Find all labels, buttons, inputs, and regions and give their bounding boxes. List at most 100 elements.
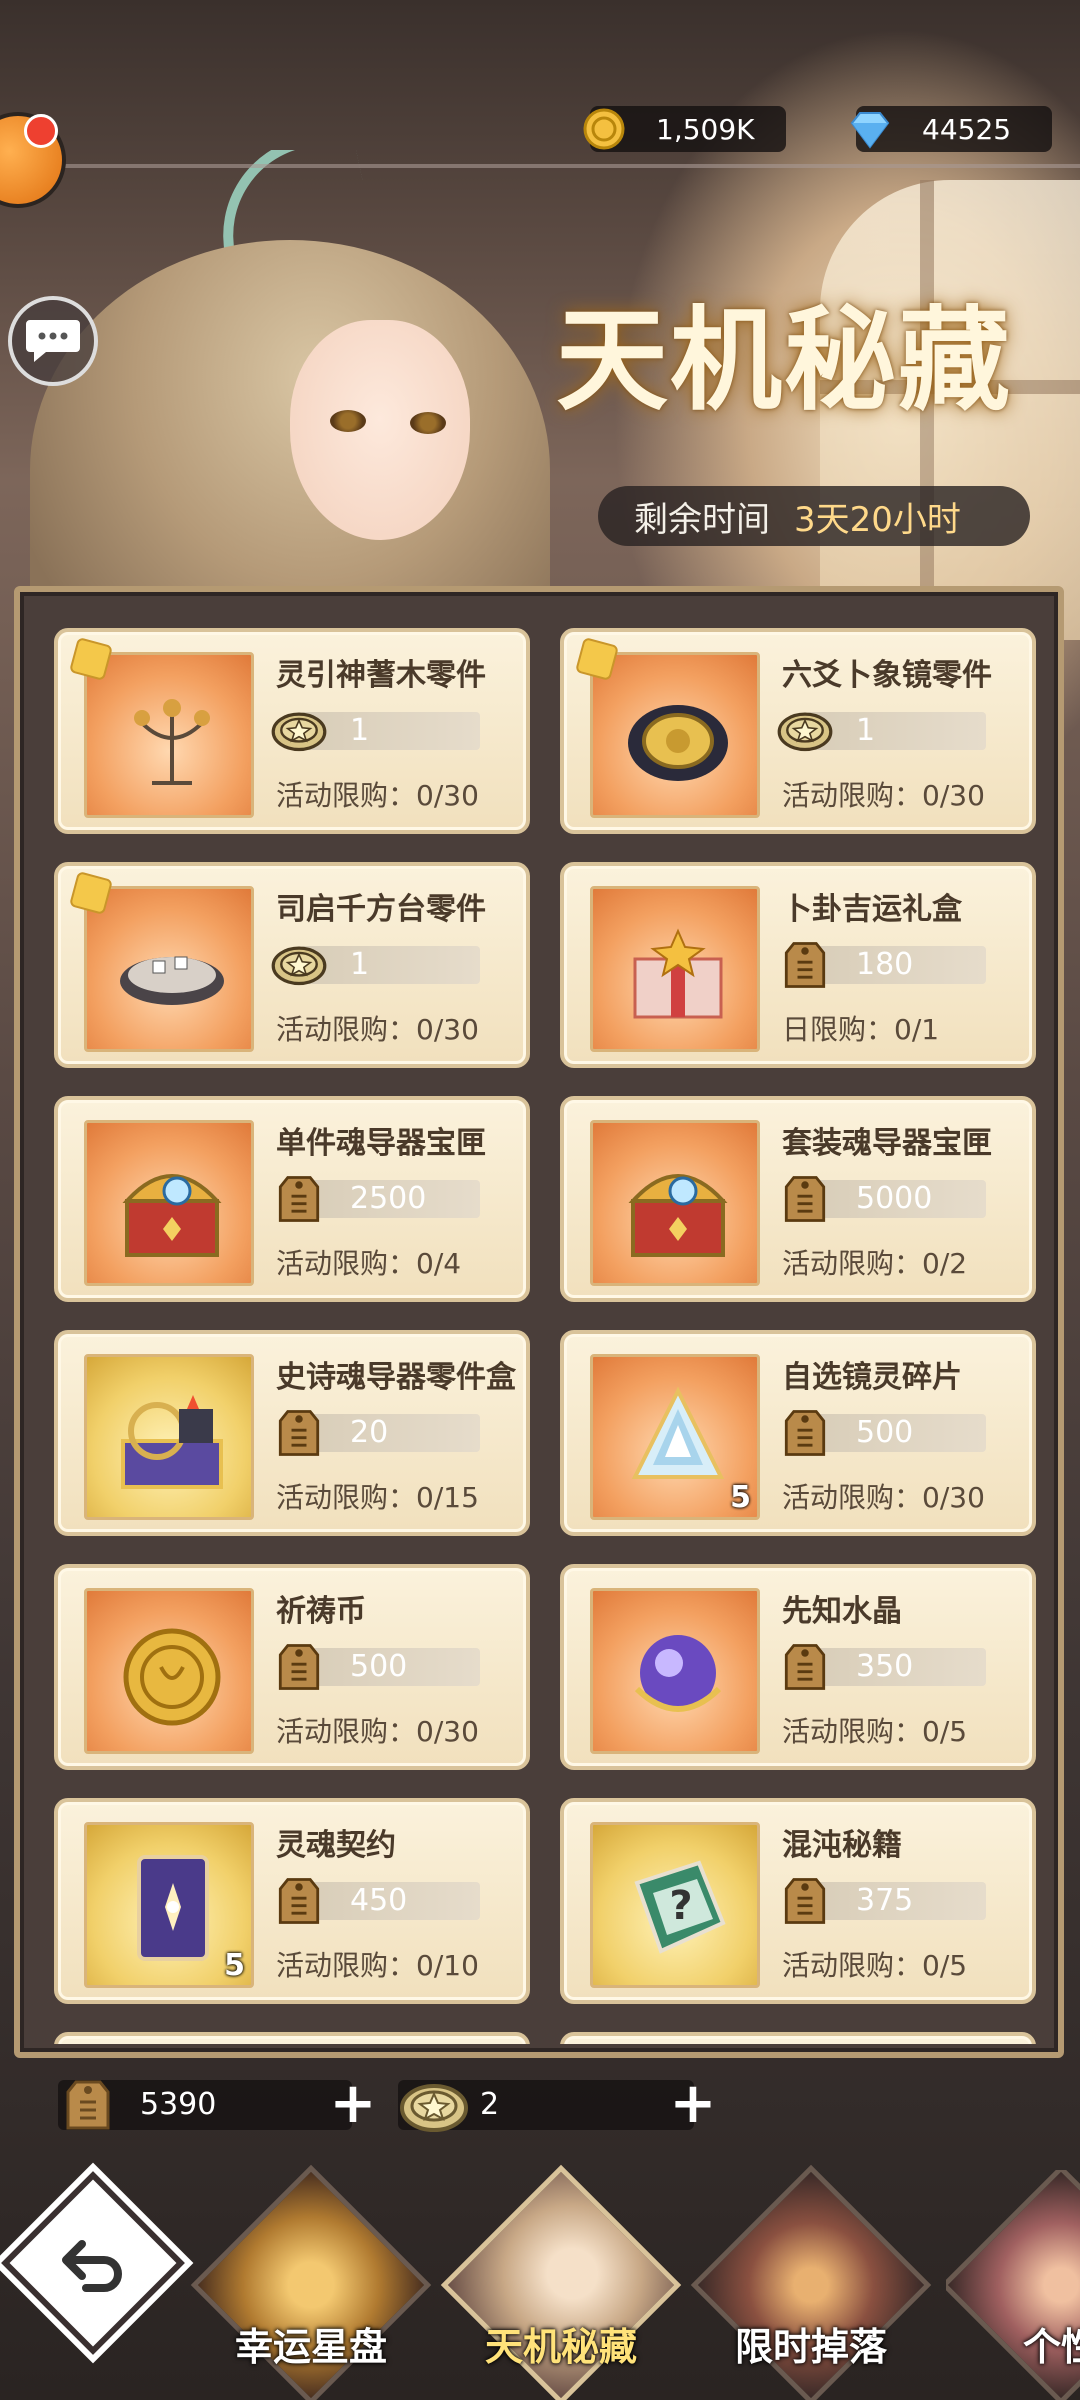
tab-label: 限时掉落 — [734, 2324, 887, 2369]
treasure-chest-icon — [628, 1174, 728, 1257]
timer-value: 3天20小时 — [794, 499, 961, 540]
diamond-display[interactable]: 44525 — [850, 106, 1052, 152]
tag-balance: 5390 — [58, 2080, 352, 2130]
timer-label: 剩余时间 — [634, 499, 770, 540]
bamboo-tag-icon — [784, 1410, 826, 1456]
tab-label: 个性 — [1022, 2324, 1080, 2369]
shop-grid[interactable]: 灵引神蓍木零件 1 活动限购：0/30 六爻卜象镜零件 1 活动限购：0/30 司启千方台零… — [22, 600, 1042, 2044]
tab-limited-drop[interactable]: 限时掉落 — [690, 2164, 932, 2400]
shop-item-card-partial[interactable] — [560, 2032, 1036, 2044]
shop-item-card[interactable]: 5 灵魂契约 450 活动限购：0/10 — [54, 1798, 530, 2004]
item-price: 375 — [856, 1883, 914, 1918]
purchase-limit: 活动限购：0/5 — [782, 1949, 968, 1982]
purchase-limit: 日限购：0/1 — [782, 1013, 940, 1046]
shop-item-card[interactable]: 套装魂导器宝匣 5000 活动限购：0/2 — [560, 1096, 1036, 1302]
item-thumbnail — [68, 636, 254, 818]
bamboo-tag-icon — [278, 1410, 320, 1456]
star-token-icon — [400, 2084, 468, 2132]
item-name: 六爻卜象镜零件 — [782, 658, 992, 693]
purchase-limit: 活动限购：0/15 — [276, 1481, 479, 1514]
tab-label: 天机秘藏 — [484, 2324, 637, 2369]
shop-item-card[interactable]: 先知水晶 350 活动限购：0/5 — [560, 1564, 1036, 1770]
item-price: 1 — [350, 947, 370, 982]
item-name: 套装魂导器宝匣 — [782, 1126, 992, 1161]
item-price: 500 — [856, 1415, 914, 1450]
item-thumbnail — [84, 1588, 254, 1754]
shop-item-card[interactable]: ? 混沌秘籍 375 活动限购：0/5 — [560, 1798, 1036, 2004]
item-thumbnail — [590, 1120, 760, 1286]
gift-box-icon — [633, 928, 723, 1019]
prayer-coin-icon — [123, 1628, 221, 1726]
shop-item-card-partial[interactable] — [54, 2032, 530, 2044]
add-tag-button[interactable]: + — [326, 2076, 380, 2132]
tab-label: 幸运星盘 — [234, 2324, 387, 2369]
item-price: 1 — [350, 713, 370, 748]
tab-personality[interactable]: 个性 — [946, 2170, 1080, 2400]
chat-button[interactable] — [8, 296, 98, 386]
shop-item-card[interactable]: 灵引神蓍木零件 1 活动限购：0/30 — [54, 628, 530, 834]
shop-item-card[interactable]: 祈祷币 500 活动限购：0/30 — [54, 1564, 530, 1770]
item-thumbnail — [84, 1354, 254, 1520]
bamboo-tag-icon — [784, 942, 826, 988]
shop-item-card[interactable]: 司启千方台零件 1 活动限购：0/30 — [54, 862, 530, 1068]
notification-dot — [24, 114, 58, 148]
remaining-time: 剩余时间 3天20小时 — [598, 486, 1030, 546]
puzzle-piece-icon — [68, 870, 114, 916]
star-token-icon — [271, 712, 327, 752]
bamboo-tag-icon — [784, 1176, 826, 1222]
purchase-limit: 活动限购：0/4 — [276, 1247, 462, 1280]
item-price: 450 — [350, 1883, 408, 1918]
item-thumbnail: 5 — [84, 1822, 254, 1988]
shop-item-card[interactable]: 六爻卜象镜零件 1 活动限购：0/30 — [560, 628, 1036, 834]
purchase-limit: 活动限购：0/30 — [276, 1013, 479, 1046]
treasure-chest-icon — [122, 1174, 222, 1257]
crystal-shard-icon — [631, 1386, 725, 1479]
purchase-limit: 活动限购：0/30 — [782, 779, 985, 812]
shop-item-card[interactable]: 史诗魂导器零件盒 20 活动限购：0/15 — [54, 1330, 530, 1536]
platform-part-icon — [120, 956, 224, 1005]
shop-item-card[interactable]: 卜卦吉运礼盒 180 日限购：0/1 — [560, 862, 1036, 1068]
item-name: 史诗魂导器零件盒 — [276, 1360, 516, 1395]
token-balance-value: 2 — [480, 2087, 500, 2122]
header-divider — [40, 164, 1080, 168]
purchase-limit: 活动限购：0/30 — [782, 1481, 985, 1514]
purchase-limit: 活动限购：0/30 — [276, 1715, 479, 1748]
token-balance: 2 — [398, 2080, 694, 2132]
bamboo-tag-icon — [784, 1644, 826, 1690]
puzzle-piece-icon — [574, 636, 620, 682]
item-price: 180 — [856, 947, 914, 982]
item-name: 混沌秘籍 — [782, 1828, 902, 1863]
gold-display[interactable]: 1,509K — [583, 106, 786, 152]
star-token-icon — [271, 946, 327, 986]
shop-item-card[interactable]: 5 自选镜灵碎片 500 活动限购：0/30 — [560, 1330, 1036, 1536]
item-price: 20 — [350, 1415, 389, 1450]
item-name: 司启千方台零件 — [276, 892, 486, 927]
star-token-icon — [777, 712, 833, 752]
item-name: 单件魂导器宝匣 — [276, 1126, 486, 1161]
item-thumbnail — [574, 636, 760, 818]
shop-item-card[interactable]: 单件魂导器宝匣 2500 活动限购：0/4 — [54, 1096, 530, 1302]
back-arrow-icon[interactable] — [52, 2222, 134, 2304]
item-count: 5 — [730, 1480, 751, 1515]
item-price: 500 — [350, 1649, 408, 1684]
item-thumbnail — [590, 1588, 760, 1754]
bamboo-tag-icon — [278, 1176, 320, 1222]
puzzle-piece-icon — [68, 636, 114, 682]
gold-value: 1,509K — [656, 112, 755, 146]
item-thumbnail — [590, 886, 760, 1052]
item-price: 2500 — [350, 1181, 427, 1216]
purchase-limit: 活动限购：0/5 — [782, 1715, 968, 1748]
bamboo-tag-icon — [278, 1644, 320, 1690]
gold-coin-icon — [583, 108, 625, 150]
parts-box-icon — [121, 1395, 223, 1489]
purchase-limit: 活动限购：0/30 — [276, 779, 479, 812]
item-thumbnail — [84, 1120, 254, 1286]
candelabra-part-icon — [134, 699, 210, 785]
item-thumbnail — [68, 870, 254, 1052]
tab-lucky-astrolabe[interactable]: 幸运星盘 — [190, 2164, 432, 2400]
item-thumbnail: ? — [590, 1822, 760, 1988]
tag-balance-value: 5390 — [140, 2087, 217, 2122]
add-token-button[interactable]: + — [666, 2076, 720, 2132]
mirror-part-icon — [628, 705, 728, 781]
tab-heavenly-treasure[interactable]: 天机秘藏 — [440, 2164, 682, 2400]
